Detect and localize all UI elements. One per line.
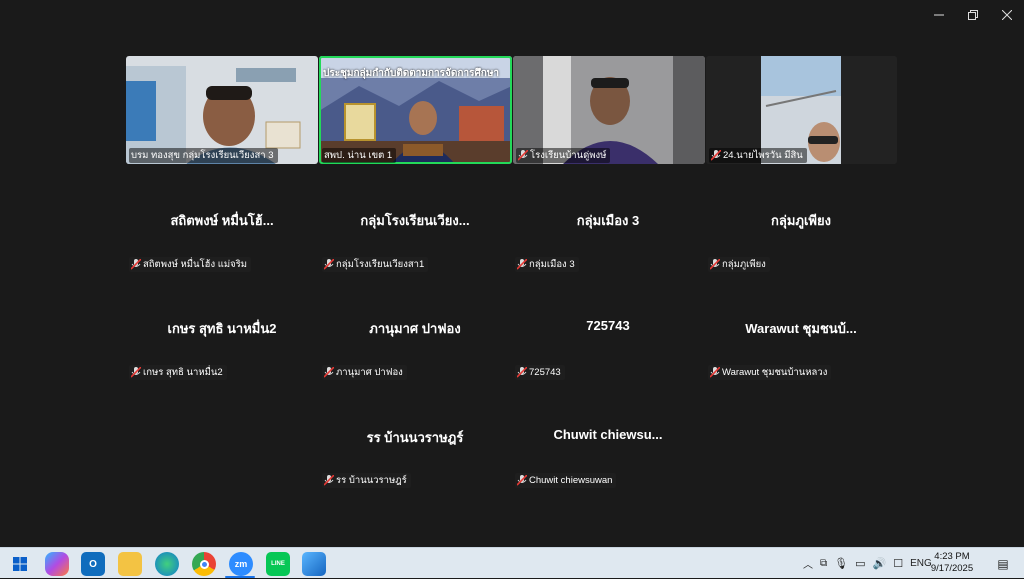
zoom-icon[interactable]: zm: [229, 552, 253, 576]
participant-tile[interactable]: รร บ้านนวราษฎร์ รร บ้านนวราษฎร์: [319, 427, 511, 535]
participant-tile[interactable]: สถิตพงษ์ หมื่นโฮ้... สถิตพงษ์ หมื่นโฮ้ง …: [126, 210, 318, 318]
close-icon: [1002, 10, 1012, 20]
participant-label: กลุ่มภูเพียง: [708, 257, 770, 272]
participant-name: รร บ้านนวราษฎร์: [366, 430, 464, 445]
taskbar: O zm LINE ︿ ⧉ 🎙 ▭ 🔊 ☐ ENG 4:23 PM 9/17/2…: [0, 547, 1024, 578]
outlook-icon[interactable]: O: [81, 552, 105, 576]
participant-label: Warawut ชุมชนบ้านหลวง: [708, 365, 832, 380]
participant-label: บรม ทองสุข กลุ่มโรงเรียนเวียงสา 3: [129, 148, 278, 163]
date: 9/17/2025: [930, 563, 974, 574]
participant-name: กลุ่มโรงเรียนเวียง...: [360, 213, 470, 228]
volume-icon[interactable]: 🔊: [873, 557, 887, 570]
participant-name: ภานุมาศ ปาฟอง: [369, 321, 461, 336]
participant-name: กลุ่มภูเพียง: [771, 213, 831, 228]
chevron-up-icon[interactable]: ︿: [803, 556, 813, 571]
restore-icon: [968, 10, 978, 20]
participant-name: เกษร สุทธิ นาหมื่น2: [167, 321, 277, 336]
participant-label: สพป. น่าน เขต 1: [322, 148, 397, 163]
minimize-icon: [934, 14, 944, 16]
participant-label: โรงเรียนบ้านดู่พงษ์: [516, 148, 611, 163]
muted-mic-icon: [324, 367, 334, 378]
participant-tile[interactable]: Chuwit chiewsu... Chuwit chiewsuwan: [512, 427, 704, 535]
participant-tile[interactable]: กลุ่มภูเพียง กลุ่มภูเพียง: [705, 210, 897, 318]
participant-tile[interactable]: Warawut ชุมชนบ้... Warawut ชุมชนบ้านหลวง: [705, 318, 897, 426]
participant-label: ภานุมาศ ปาฟอง: [322, 365, 407, 380]
clock[interactable]: 4:23 PM 9/17/2025: [922, 551, 982, 575]
muted-mic-icon: [131, 259, 141, 270]
participant-tile[interactable]: ภานุมาศ ปาฟอง ภานุมาศ ปาฟอง: [319, 318, 511, 426]
participant-name: สถิตพงษ์ หมื่นโฮ้...: [170, 213, 274, 228]
windows-start-icon[interactable]: [8, 552, 32, 576]
banner-text: ประชุมกลุ่มกำกับติดตามการจัดการศึกษา: [323, 68, 500, 79]
photos-icon[interactable]: [302, 552, 326, 576]
system-tray: ︿ ⧉ 🎙 ▭ 🔊 ☐ ENG: [803, 548, 932, 579]
muted-mic-icon: [710, 367, 720, 378]
participant-tile[interactable]: เกษร สุทธิ นาหมื่น2 เกษร สุทธิ นาหมื่น2: [126, 318, 318, 426]
participant-tile[interactable]: กลุ่มเมือง 3 กลุ่มเมือง 3: [512, 210, 704, 318]
file-explorer-icon[interactable]: [118, 552, 142, 576]
participant-name: 725743: [586, 318, 630, 333]
video-tile-2[interactable]: ประชุมกลุ่มกำกับติดตามการจัดการศึกษา สพป…: [319, 56, 512, 164]
window-titlebar: [922, 0, 1024, 30]
microphone-icon[interactable]: 🎙: [834, 557, 848, 570]
participant-label: กลุ่มเมือง 3: [515, 257, 579, 272]
chrome-icon[interactable]: [192, 552, 216, 576]
participant-label: กลุ่มโรงเรียนเวียงสา1: [322, 257, 429, 272]
participant-label: 725743: [515, 365, 565, 380]
muted-mic-icon: [517, 475, 527, 486]
zoom-window: บรม ทองสุข กลุ่มโรงเรียนเวียงสา 3 ประชุม…: [0, 0, 1024, 547]
participant-label: สถิตพงษ์ หมื่นโฮ้ง แม่จริม: [129, 257, 252, 272]
muted-mic-icon: [324, 475, 334, 486]
participant-label: 24.นายไพรวัน มีสิน: [709, 148, 807, 163]
notification-app-icon[interactable]: ☐: [893, 557, 903, 570]
close-button[interactable]: [990, 0, 1024, 30]
muted-mic-icon: [324, 259, 334, 270]
copilot-icon[interactable]: [45, 552, 69, 576]
muted-mic-icon: [131, 367, 141, 378]
participant-label: เกษร สุทธิ นาหมื่น2: [129, 365, 227, 380]
muted-mic-icon: [517, 367, 527, 378]
notifications-icon[interactable]: ▤: [991, 552, 1015, 576]
network-icon[interactable]: ▭: [855, 557, 865, 570]
participant-name: Chuwit chiewsu...: [553, 427, 663, 442]
participant-name: กลุ่มเมือง 3: [576, 213, 640, 228]
time: 4:23 PM: [934, 551, 970, 562]
muted-mic-icon: [518, 150, 528, 161]
video-tile-4[interactable]: 24.นายไพรวัน มีสิน: [706, 56, 897, 164]
muted-mic-icon: [711, 150, 721, 161]
participant-label: Chuwit chiewsuwan: [515, 473, 617, 488]
line-icon[interactable]: LINE: [266, 552, 290, 576]
participant-tile[interactable]: กลุ่มโรงเรียนเวียง... กลุ่มโรงเรียนเวียง…: [319, 210, 511, 318]
edge-icon[interactable]: [155, 552, 179, 576]
video-tile-3[interactable]: โรงเรียนบ้านดู่พงษ์: [513, 56, 705, 164]
restore-button[interactable]: [956, 0, 990, 30]
participant-name: Warawut ชุมชนบ้...: [745, 321, 857, 336]
muted-mic-icon: [710, 259, 720, 270]
minimize-button[interactable]: [922, 0, 956, 30]
video-tile-1[interactable]: บรม ทองสุข กลุ่มโรงเรียนเวียงสา 3: [126, 56, 318, 164]
participant-label: รร บ้านนวราษฎร์: [322, 473, 411, 488]
tray-app-icon[interactable]: ⧉: [820, 558, 827, 569]
muted-mic-icon: [517, 259, 527, 270]
participant-tile[interactable]: 725743 725743: [512, 318, 704, 426]
